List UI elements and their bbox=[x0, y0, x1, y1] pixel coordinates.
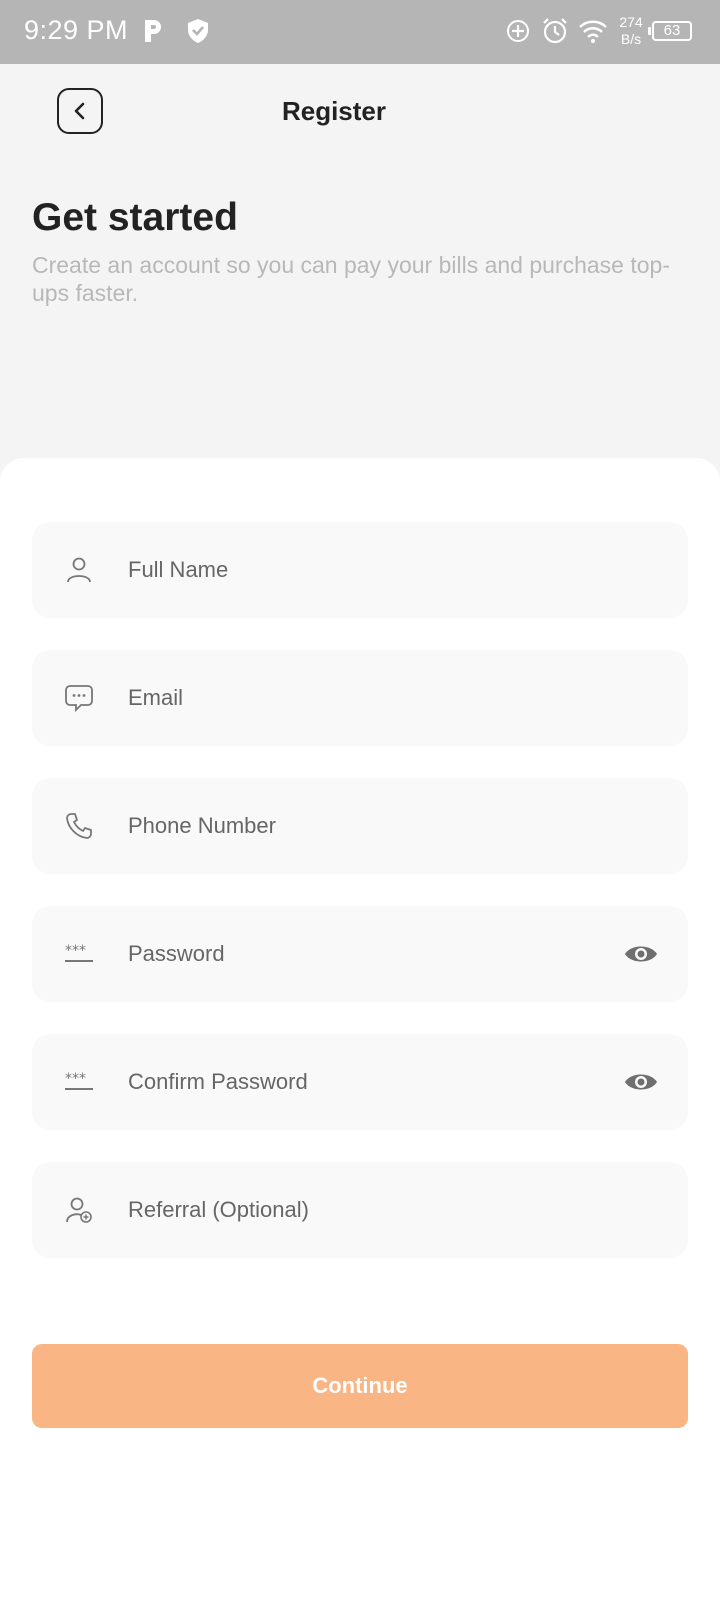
email-input[interactable] bbox=[128, 650, 598, 746]
chat-icon bbox=[65, 685, 93, 713]
net-speed: 274 B/s bbox=[614, 14, 648, 48]
status-time: 9:29 PM bbox=[24, 15, 129, 45]
continue-button[interactable]: Continue bbox=[32, 1344, 688, 1428]
battery-icon: 63 bbox=[648, 21, 692, 41]
eye-icon[interactable] bbox=[624, 940, 658, 968]
intro-subtitle: Create an account so you can pay your bi… bbox=[32, 252, 670, 306]
password-input[interactable] bbox=[128, 906, 598, 1002]
confirm-password-input[interactable] bbox=[128, 1034, 598, 1130]
wifi-icon bbox=[579, 20, 607, 43]
net-speed-unit: B/s bbox=[620, 31, 642, 47]
eye-icon[interactable] bbox=[624, 1068, 658, 1096]
email-field[interactable] bbox=[32, 650, 688, 746]
page-title: Register bbox=[281, 96, 387, 126]
full-name-input[interactable] bbox=[128, 522, 598, 618]
full-name-field[interactable] bbox=[32, 522, 688, 618]
phone-input[interactable] bbox=[128, 778, 598, 874]
battery-level: 63 bbox=[663, 22, 681, 39]
password-icon: *** bbox=[65, 1071, 93, 1090]
phone-icon bbox=[66, 813, 92, 839]
alarm-icon bbox=[543, 18, 567, 44]
referral-field[interactable] bbox=[32, 1162, 688, 1258]
shield-icon bbox=[188, 19, 208, 43]
intro-title: Get started bbox=[32, 196, 238, 239]
net-speed-value: 274 bbox=[619, 14, 643, 30]
svg-text:***: *** bbox=[65, 1071, 86, 1087]
svg-text:***: *** bbox=[65, 943, 86, 959]
confirm-password-field[interactable]: *** bbox=[32, 1034, 688, 1130]
referral-input[interactable] bbox=[128, 1162, 598, 1258]
user-add-icon bbox=[66, 1197, 92, 1223]
password-icon: *** bbox=[65, 943, 93, 962]
register-form: *** *** bbox=[0, 458, 720, 1600]
status-bar: 9:29 PM 274 B/s 63 bbox=[0, 0, 720, 64]
data-saver-icon bbox=[507, 20, 529, 42]
user-icon bbox=[67, 557, 91, 583]
phone-field[interactable] bbox=[32, 778, 688, 874]
p-icon bbox=[145, 20, 161, 42]
password-field[interactable]: *** bbox=[32, 906, 688, 1002]
